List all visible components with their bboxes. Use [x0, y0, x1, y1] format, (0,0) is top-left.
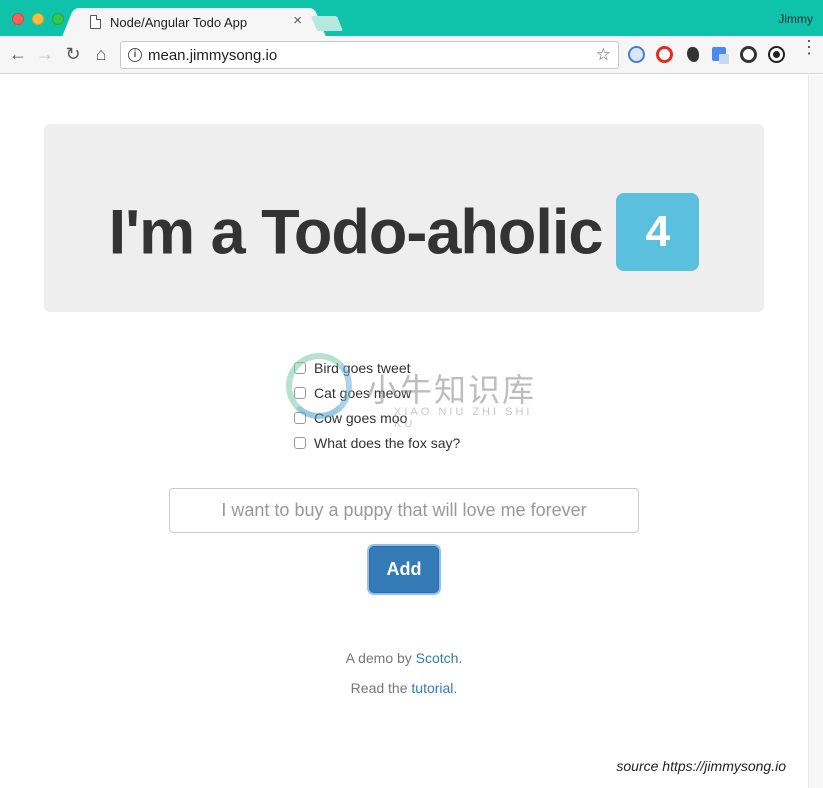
todo-item[interactable]: What does the fox say?: [294, 430, 460, 455]
page-content: I'm a Todo-aholic 4 Bird goes tweet Cat g…: [0, 75, 808, 788]
tab-close-icon[interactable]: ×: [293, 12, 302, 29]
extension-skype-icon[interactable]: [628, 46, 645, 63]
todo-checkbox[interactable]: [294, 361, 306, 374]
browser-menu-icon[interactable]: ⋮: [800, 38, 818, 56]
tab-title: Node/Angular Todo App: [110, 15, 248, 30]
demo-credit: A demo by Scotch.: [0, 643, 808, 673]
todo-text: What does the fox say?: [314, 434, 461, 451]
window-close-button[interactable]: [12, 13, 24, 25]
todo-item[interactable]: Cow goes moo: [294, 405, 460, 430]
extension-evernote-icon[interactable]: [685, 46, 702, 63]
todo-list: Bird goes tweet Cat goes meow Cow goes m…: [294, 355, 460, 455]
todo-count-badge: 4: [616, 193, 700, 272]
demo-credit-suffix: .: [458, 650, 463, 666]
add-button[interactable]: Add: [369, 546, 439, 593]
reload-icon[interactable]: ↻: [63, 44, 83, 64]
todo-checkbox[interactable]: [294, 411, 306, 424]
profile-name[interactable]: Jimmy: [778, 12, 813, 26]
home-icon[interactable]: ⌂: [91, 44, 111, 64]
tutorial-prefix: Read the: [350, 680, 412, 696]
tutorial-suffix: .: [453, 680, 458, 696]
tutorial-credit: Read the tutorial.: [0, 673, 808, 703]
extension-github-icon[interactable]: [740, 46, 757, 63]
jumbotron: I'm a Todo-aholic 4: [44, 124, 764, 312]
info-icon[interactable]: i: [128, 48, 142, 62]
address-bar[interactable]: i mean.jimmysong.io ☆: [120, 41, 619, 69]
demo-credit-prefix: A demo by: [345, 650, 416, 666]
new-tab-button[interactable]: [310, 16, 344, 31]
source-note: source https://jimmysong.io: [616, 758, 786, 774]
todo-text: Bird goes tweet: [314, 359, 411, 376]
bookmark-star-icon[interactable]: ☆: [596, 45, 611, 65]
page-scrollbar[interactable]: [808, 75, 823, 788]
footer: A demo by Scotch. Read the tutorial.: [0, 643, 808, 703]
todo-text: Cat goes meow: [314, 384, 412, 401]
page-icon: [90, 15, 101, 29]
todo-checkbox[interactable]: [294, 436, 306, 449]
url-text[interactable]: mean.jimmysong.io: [148, 47, 277, 64]
todo-checkbox[interactable]: [294, 386, 306, 399]
browser-tab[interactable]: Node/Angular Todo App ×: [76, 8, 312, 36]
browser-toolbar: ← → ↻ ⌂ i mean.jimmysong.io ☆ ⋮: [0, 36, 823, 74]
todo-item[interactable]: Bird goes tweet: [294, 355, 460, 380]
window-minimize-button[interactable]: [32, 13, 44, 25]
todo-item[interactable]: Cat goes meow: [294, 380, 460, 405]
window-maximize-button[interactable]: [52, 13, 64, 25]
title-bar: Node/Angular Todo App × Jimmy: [0, 0, 823, 36]
extension-translate-icon[interactable]: [712, 47, 729, 64]
new-todo-input[interactable]: [169, 488, 639, 533]
scotch-link[interactable]: Scotch: [416, 650, 459, 666]
extension-octotree-icon[interactable]: [768, 46, 785, 63]
page-title: I'm a Todo-aholic 4: [44, 192, 764, 272]
back-arrow-icon[interactable]: ←: [8, 44, 28, 64]
extension-opera-icon[interactable]: [656, 46, 673, 63]
todo-text: Cow goes moo: [314, 409, 408, 426]
browser-window: Node/Angular Todo App × Jimmy ← → ↻ ⌂ i …: [0, 0, 823, 788]
tutorial-link[interactable]: tutorial: [411, 680, 453, 696]
forward-arrow-icon[interactable]: →: [35, 44, 55, 64]
page-title-text: I'm a Todo-aholic: [108, 197, 604, 268]
